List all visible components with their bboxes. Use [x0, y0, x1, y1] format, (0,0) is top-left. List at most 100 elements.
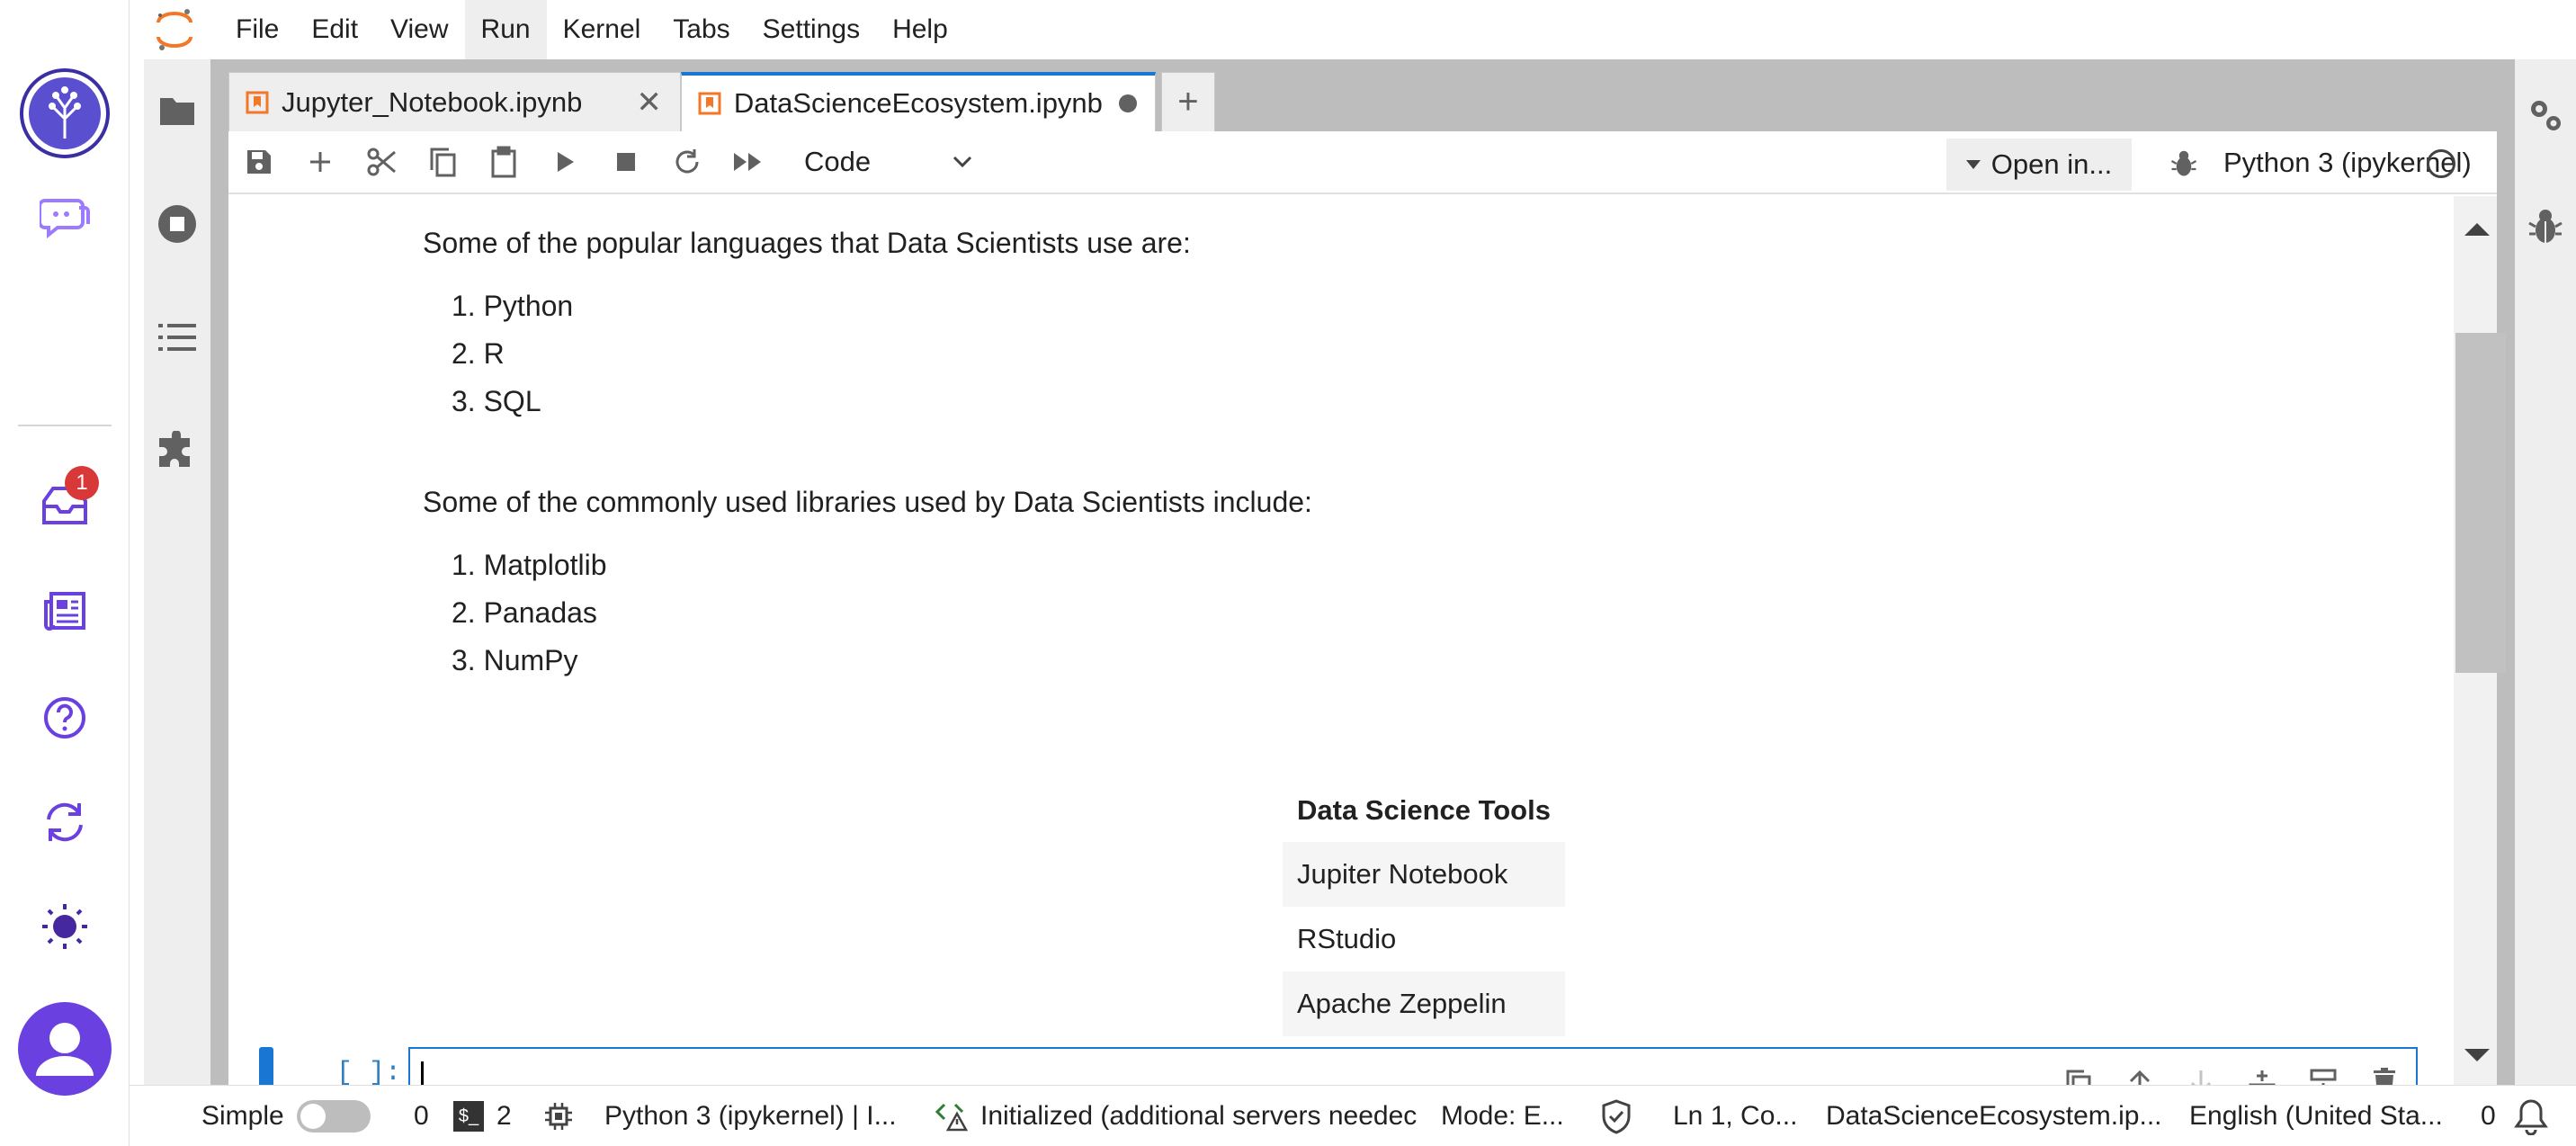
restart-run-all-icon[interactable] [718, 130, 779, 193]
app-logo-icon[interactable] [16, 65, 113, 162]
delete-cell-icon[interactable] [2362, 1060, 2407, 1085]
markdown-cell-libraries[interactable]: Some of the commonly used libraries used… [423, 480, 1312, 685]
appbar-divider [18, 425, 112, 426]
theme-toggle-icon[interactable] [36, 898, 94, 955]
chat-bot-icon[interactable] [36, 189, 94, 246]
jupyter-logo-icon [130, 0, 219, 59]
menu-view[interactable]: View [374, 0, 464, 59]
tab-jupyter-notebook[interactable]: Jupyter_Notebook.ipynb ✕ [228, 72, 681, 131]
notification-count: 0 [2481, 1101, 2496, 1131]
notebook-toolbar: Code Open in... Python 3 (ipykernel) [228, 131, 2497, 194]
main-dock-area: Jupyter_Notebook.ipynb ✕ DataScienceEcos… [210, 59, 2515, 1085]
code-cell-input[interactable] [408, 1047, 2418, 1085]
open-in-button[interactable]: Open in... [1946, 139, 2132, 191]
list-item: 3. SQL [452, 385, 541, 417]
table-row: Apache Zeppelin [1283, 971, 1565, 1036]
zero-count: 0 [414, 1101, 429, 1131]
insert-below-icon[interactable] [2301, 1060, 2346, 1085]
move-up-icon[interactable] [2117, 1060, 2162, 1085]
run-cell-icon[interactable] [534, 130, 595, 193]
simple-mode-toggle[interactable]: Simple [201, 1086, 371, 1146]
running-kernels-icon[interactable] [153, 200, 201, 248]
left-sidebar [144, 59, 210, 1085]
execution-prompt: [ ]: [336, 1058, 402, 1085]
tab-label: DataScienceEcosystem.ipynb [733, 87, 1103, 119]
menu-file[interactable]: File [219, 0, 295, 59]
folder-icon[interactable] [153, 86, 201, 135]
cut-icon[interactable] [351, 130, 412, 193]
help-icon[interactable] [36, 689, 94, 747]
table-header: Data Science Tools [1297, 794, 1551, 826]
extensions-icon[interactable] [153, 426, 201, 475]
languages-intro: Some of the popular languages that Data … [423, 227, 1191, 259]
debug-toggle-icon[interactable] [2162, 142, 2205, 185]
cursor-position[interactable]: Ln 1, Co... [1673, 1086, 1797, 1146]
interrupt-kernel-icon[interactable] [595, 130, 657, 193]
right-sidebar [2515, 59, 2576, 1085]
table-cell: Jupiter Notebook [1283, 842, 1565, 907]
vertical-scrollbar[interactable] [2454, 196, 2506, 1085]
lsp-status[interactable]: Initialized (additional servers needec [935, 1086, 1417, 1146]
file-name-status[interactable]: DataScienceEcosystem.ip... [1826, 1086, 2162, 1146]
app-sidebar: 1 [0, 0, 130, 1146]
scrollbar-thumb[interactable] [2455, 333, 2506, 673]
cpu-chip-icon [543, 1086, 574, 1146]
user-avatar-icon[interactable] [16, 1000, 113, 1097]
menu-help[interactable]: Help [876, 0, 964, 59]
insert-cell-icon[interactable] [290, 130, 351, 193]
notification-badge: 1 [65, 466, 99, 500]
unsaved-changes-icon[interactable] [1118, 94, 1137, 112]
libraries-list: 1. Matplotlib 2. Panadas 3. NumPy [452, 542, 1312, 685]
save-icon[interactable] [228, 130, 290, 193]
move-down-icon[interactable] [2178, 1060, 2223, 1085]
shield-check-icon[interactable] [1599, 1086, 1633, 1146]
sync-icon[interactable] [36, 793, 94, 851]
cell-type-select[interactable]: Code [799, 137, 979, 187]
menu-kernel[interactable]: Kernel [547, 0, 657, 59]
add-tab-button[interactable]: + [1160, 72, 1215, 131]
language-status[interactable]: English (United Sta... [2189, 1086, 2443, 1146]
kernel-status-text[interactable]: Python 3 (ipykernel) | I... [604, 1086, 897, 1146]
lsp-status-text: Initialized (additional servers needec [980, 1101, 1418, 1131]
restart-kernel-icon[interactable] [657, 130, 718, 193]
paste-icon[interactable] [473, 130, 534, 193]
property-inspector-icon[interactable] [2522, 92, 2569, 139]
code-warning-icon [935, 1103, 969, 1132]
markdown-cell-languages[interactable]: Some of the popular languages that Data … [423, 221, 1191, 425]
close-tab-icon[interactable]: ✕ [636, 85, 662, 121]
notebook-file-icon [246, 91, 269, 113]
text-cursor [421, 1061, 424, 1085]
news-icon[interactable] [36, 583, 94, 640]
table-row: Jupiter Notebook [1283, 842, 1565, 907]
insert-above-icon[interactable] [2240, 1060, 2285, 1085]
menu-run[interactable]: Run [464, 0, 547, 59]
list-item: 3. NumPy [452, 644, 578, 676]
bell-icon[interactable] [2513, 1086, 2549, 1146]
duplicate-cell-icon[interactable] [2056, 1060, 2101, 1085]
cell-toolbar [2056, 1060, 2407, 1085]
cell-type-value: Code [804, 146, 872, 177]
inbox-icon[interactable]: 1 [36, 466, 99, 534]
menu-settings[interactable]: Settings [747, 0, 876, 59]
mode-indicator[interactable]: Mode: E... [1441, 1086, 1564, 1146]
document-tab-bar: Jupyter_Notebook.ipynb ✕ DataScienceEcos… [228, 72, 1215, 131]
scroll-up-icon[interactable] [2464, 223, 2490, 236]
chevron-down-icon [953, 156, 972, 168]
open-in-label: Open in... [1990, 148, 2113, 180]
tab-datascience-ecosystem[interactable]: DataScienceEcosystem.ipynb [680, 72, 1156, 131]
tab-label: Jupyter_Notebook.ipynb [282, 85, 583, 118]
table-cell: RStudio [1297, 923, 1397, 954]
terminals-status[interactable]: $_ 2 [453, 1086, 512, 1146]
table-of-contents-icon[interactable] [153, 313, 201, 362]
table-cell: Apache Zeppelin [1283, 971, 1565, 1036]
menu-edit[interactable]: Edit [295, 0, 374, 59]
list-item: 2. Panadas [452, 596, 597, 629]
debugger-icon[interactable] [2522, 203, 2569, 250]
menu-tabs[interactable]: Tabs [657, 0, 746, 59]
toggle-switch[interactable] [296, 1100, 371, 1133]
list-item: 2. R [452, 337, 505, 370]
terminal-icon: $_ [453, 1101, 484, 1132]
list-item: 1. Python [452, 290, 574, 322]
scroll-down-icon[interactable] [2464, 1049, 2490, 1061]
copy-icon[interactable] [412, 130, 473, 193]
